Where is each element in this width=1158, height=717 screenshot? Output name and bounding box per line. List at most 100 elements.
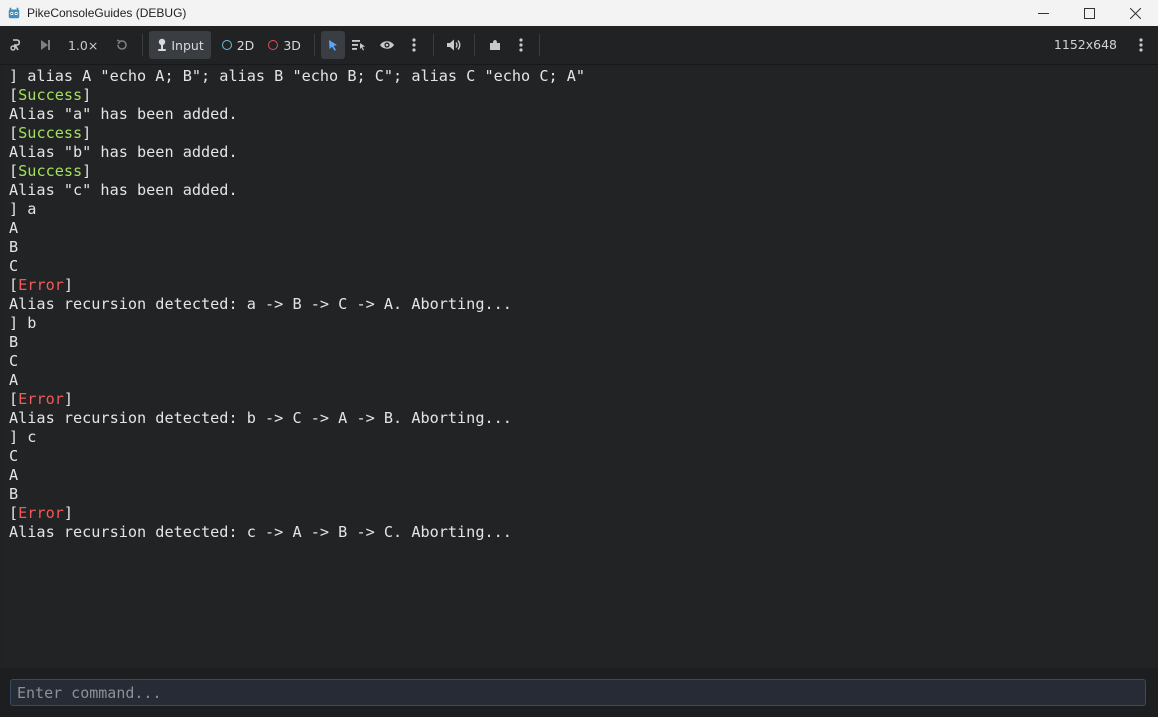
mute-audio-button[interactable]	[440, 31, 468, 59]
kebab-menu-icon	[1139, 38, 1143, 52]
console-line: Alias "a" has been added.	[9, 105, 238, 124]
console-line-text: A	[9, 371, 19, 389]
console-line-text: ] a	[9, 200, 37, 218]
console-line-text: C	[9, 257, 19, 275]
console-line: [Success]	[9, 86, 91, 105]
console-line-text: [	[9, 276, 19, 294]
embed-toggle-button[interactable]	[2, 31, 32, 59]
joystick-icon	[158, 38, 167, 51]
console-line: C	[9, 352, 18, 371]
reset-icon	[117, 39, 128, 50]
embed-options-button[interactable]	[509, 31, 533, 59]
reset-zoom-button[interactable]	[108, 31, 136, 59]
embed-icon	[10, 39, 21, 51]
command-input-area	[0, 668, 1158, 717]
resolution-label: 1152x648	[1053, 37, 1117, 52]
more-options-button[interactable]	[401, 31, 427, 59]
console-output[interactable]: ] alias A "echo A; B"; alias B "echo B; …	[5, 65, 1155, 668]
console-line-bracket: ]	[82, 124, 92, 142]
console-line: Alias recursion detected: a -> B -> C ->…	[9, 295, 512, 314]
console-line: [Error]	[9, 390, 73, 409]
next-frame-button[interactable]	[32, 31, 58, 59]
game-toolbar: 1.0× Input 2D 3D 1152x648	[0, 26, 1158, 65]
success-tag: Success	[18, 124, 83, 142]
window-title: PikeConsoleGuides (DEBUG)	[27, 6, 187, 20]
puzzle-icon	[489, 40, 500, 50]
console-line-text: Alias recursion detected: b -> C -> A ->…	[9, 409, 512, 427]
error-tag: Error	[18, 504, 64, 522]
console-line: B	[9, 485, 18, 504]
separator	[538, 34, 540, 56]
console-line: B	[9, 238, 18, 257]
console-line: [Success]	[9, 124, 91, 143]
select-mode-button[interactable]	[320, 31, 345, 59]
camera-visibility-button[interactable]	[373, 31, 401, 59]
console-line: ] b	[9, 314, 36, 333]
console-line: B	[9, 333, 18, 352]
console-line-bracket: ]	[82, 86, 92, 104]
console-line-bracket: ]	[63, 504, 74, 522]
console-line: A	[9, 466, 18, 485]
success-tag: Success	[18, 86, 83, 104]
list-select-button[interactable]	[345, 31, 373, 59]
input-mode-button[interactable]: Input	[149, 31, 211, 59]
console-line-text: C	[9, 447, 19, 465]
console-line: Alias recursion detected: c -> A -> B ->…	[9, 523, 512, 542]
console-line: Alias "c" has been added.	[9, 181, 238, 200]
console-line-bracket: ]	[63, 390, 74, 408]
separator	[432, 34, 434, 56]
ring-3d-icon	[268, 40, 279, 50]
console-line-text: Alias "b" has been added.	[9, 143, 238, 161]
console-line-text: [	[9, 86, 19, 104]
close-icon	[1129, 7, 1141, 19]
console-line-text: A	[9, 219, 19, 237]
console-line: A	[9, 219, 18, 238]
console-line-text: A	[9, 466, 19, 484]
console-line: [Error]	[9, 504, 73, 523]
console-line-text: B	[9, 485, 19, 503]
mode-2d-button[interactable]: 2D	[215, 31, 262, 59]
console-line-text: ] b	[9, 314, 37, 332]
close-button[interactable]	[1112, 0, 1158, 26]
console-line-text: ] c	[9, 428, 37, 446]
console-line: ] alias A "echo A; B"; alias B "echo B; …	[9, 67, 585, 86]
console-line-text: Alias recursion detected: c -> A -> B ->…	[9, 523, 512, 541]
console-line: C	[9, 257, 18, 276]
console-line-text: Alias "a" has been added.	[9, 105, 238, 123]
console-line-bracket: ]	[63, 276, 74, 294]
ring-2d-icon	[221, 40, 232, 50]
mode-3d-label: 3D	[283, 37, 301, 53]
console-line-text: B	[9, 333, 19, 351]
minimize-button[interactable]	[1020, 0, 1066, 26]
console-line-text: [	[9, 390, 19, 408]
cursor-arrow-icon	[328, 40, 337, 51]
success-tag: Success	[18, 162, 83, 180]
maximize-icon	[1083, 7, 1095, 19]
title-bar: PikeConsoleGuides (DEBUG)	[0, 0, 1158, 26]
console-line: Alias recursion detected: b -> C -> A ->…	[9, 409, 512, 428]
window-controls	[1020, 0, 1158, 26]
mode-3d-button[interactable]: 3D	[261, 31, 308, 59]
console-line-text: Alias recursion detected: a -> B -> C ->…	[9, 295, 512, 313]
mode-2d-label: 2D	[236, 37, 255, 53]
input-mode-label: Input	[171, 37, 204, 53]
console-line-text: B	[9, 238, 19, 256]
game-embed-button[interactable]	[481, 31, 509, 59]
separator	[313, 34, 315, 56]
window-options-button[interactable]	[1134, 31, 1148, 59]
kebab-menu-icon	[412, 38, 416, 52]
separator	[142, 34, 144, 56]
console-line: A	[9, 371, 18, 390]
zoom-level[interactable]: 1.0×	[58, 38, 108, 53]
separator	[473, 34, 475, 56]
console-line: Alias "b" has been added.	[9, 143, 238, 162]
command-input[interactable]	[10, 679, 1146, 706]
minimize-icon	[1037, 12, 1049, 14]
kebab-menu-icon	[519, 38, 523, 52]
console-line-text: ] alias A "echo A; B"; alias B "echo B; …	[9, 67, 586, 85]
console-line: ] a	[9, 200, 36, 219]
maximize-button[interactable]	[1066, 0, 1112, 26]
console-line: [Success]	[9, 162, 91, 181]
console-line: C	[9, 447, 18, 466]
error-tag: Error	[18, 390, 64, 408]
